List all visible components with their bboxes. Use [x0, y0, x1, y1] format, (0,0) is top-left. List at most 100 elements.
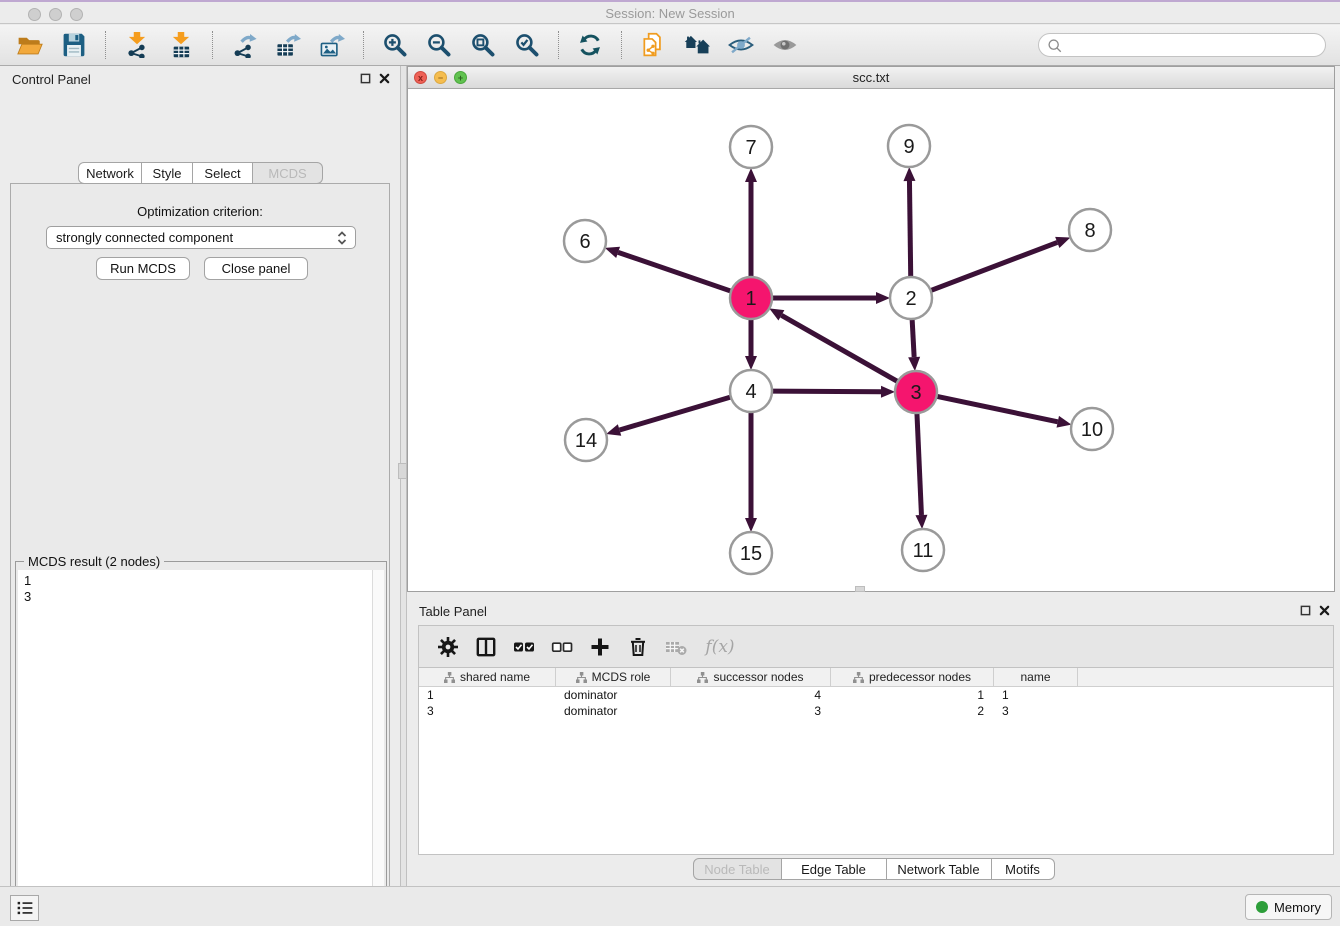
zoom-selected-icon[interactable] — [513, 30, 541, 60]
tab-network[interactable]: Network — [78, 162, 142, 184]
graph-edge[interactable] — [917, 413, 922, 515]
column-header-shared-name[interactable]: shared name — [419, 668, 556, 686]
export-image-icon[interactable] — [318, 30, 346, 60]
hide-eye-icon[interactable] — [727, 30, 755, 60]
splitter-grip-horizontal[interactable] — [855, 586, 865, 592]
control-panel-title: Control Panel — [12, 72, 91, 87]
column-tree-icon — [576, 672, 587, 683]
table-cell[interactable]: 3 — [419, 703, 556, 719]
mcds-result-item[interactable]: 1 — [24, 573, 372, 589]
graph-edge[interactable] — [620, 397, 731, 430]
graph-edge[interactable] — [618, 252, 731, 291]
table-cell[interactable]: 4 — [671, 687, 831, 703]
graph-node[interactable]: 4 — [730, 370, 772, 412]
graph-node[interactable]: 14 — [565, 419, 607, 461]
import-network-icon[interactable] — [123, 30, 151, 60]
graph-edge[interactable] — [781, 315, 897, 381]
task-list-button[interactable] — [10, 895, 39, 921]
table-cell[interactable]: 3 — [671, 703, 831, 719]
open-icon[interactable] — [16, 30, 44, 60]
table-cell[interactable]: dominator — [556, 687, 671, 703]
tab-style[interactable]: Style — [142, 162, 193, 184]
graph-node[interactable]: 1 — [730, 277, 772, 319]
memory-button[interactable]: Memory — [1245, 894, 1332, 920]
tab-network-table[interactable]: Network Table — [887, 858, 992, 880]
close-panel-button[interactable]: Close panel — [204, 257, 308, 280]
table-cell[interactable]: 1 — [831, 687, 994, 703]
graph-node[interactable]: 2 — [890, 277, 932, 319]
deselect-all-icon[interactable] — [547, 632, 577, 662]
column-header-successor-nodes[interactable]: successor nodes — [671, 668, 831, 686]
mcds-result-list[interactable]: 13 — [18, 570, 373, 926]
graph-edge[interactable] — [912, 319, 914, 357]
select-all-icon[interactable] — [509, 632, 539, 662]
tab-motifs[interactable]: Motifs — [992, 858, 1055, 880]
close-panel-icon[interactable] — [379, 73, 390, 84]
graph-node[interactable]: 9 — [888, 125, 930, 167]
graph-node[interactable]: 3 — [895, 371, 937, 413]
columns-icon[interactable] — [471, 632, 501, 662]
export-network-icon[interactable] — [230, 30, 258, 60]
toolbar-separator — [212, 31, 213, 59]
save-icon[interactable] — [60, 30, 88, 60]
table-cell[interactable]: 3 — [994, 703, 1078, 719]
memory-status-dot — [1256, 901, 1268, 913]
network-window-titlebar[interactable]: x − + scc.txt — [408, 67, 1334, 89]
close-table-panel-icon[interactable] — [1319, 605, 1330, 616]
column-header-label: name — [1020, 670, 1050, 684]
add-icon[interactable] — [585, 632, 615, 662]
graph-node-label: 7 — [745, 137, 756, 159]
graph-edge[interactable] — [909, 181, 910, 277]
graph-edge[interactable] — [931, 242, 1058, 290]
table-row[interactable]: 3dominator323 — [419, 703, 1333, 719]
import-table-icon[interactable] — [167, 30, 195, 60]
zoom-out-icon[interactable] — [425, 30, 453, 60]
search-box[interactable] — [1038, 33, 1326, 57]
graph-node[interactable]: 10 — [1071, 408, 1113, 450]
network-window-title: scc.txt — [408, 70, 1334, 85]
table-row[interactable]: 1dominator411 — [419, 687, 1333, 703]
tab-select[interactable]: Select — [193, 162, 253, 184]
float-table-panel-icon[interactable] — [1300, 605, 1311, 616]
show-eye-icon[interactable] — [771, 30, 799, 60]
table-cell[interactable]: 1 — [419, 687, 556, 703]
graph-node[interactable]: 8 — [1069, 209, 1111, 251]
home-icon[interactable] — [683, 30, 711, 60]
toolbar-group — [568, 30, 612, 60]
clone-network-icon[interactable] — [639, 30, 667, 60]
graph-node[interactable]: 6 — [564, 220, 606, 262]
table-cell[interactable]: 1 — [994, 687, 1078, 703]
gear-icon[interactable] — [433, 632, 463, 662]
column-header-MCDS-role[interactable]: MCDS role — [556, 668, 671, 686]
result-scrollbar[interactable] — [373, 570, 384, 926]
export-table-icon[interactable] — [274, 30, 302, 60]
toolbar-group — [222, 30, 354, 60]
splitter-grip[interactable] — [398, 463, 407, 479]
graph-node[interactable]: 11 — [902, 529, 944, 571]
search-input[interactable] — [1067, 38, 1317, 52]
table-cell[interactable]: 2 — [831, 703, 994, 719]
graph-node[interactable]: 15 — [730, 532, 772, 574]
control-panel-tabs: NetworkStyleSelectMCDS — [78, 162, 323, 184]
table-cell[interactable]: dominator — [556, 703, 671, 719]
refresh-icon[interactable] — [576, 30, 604, 60]
zoom-in-icon[interactable] — [381, 30, 409, 60]
mcds-result-item[interactable]: 3 — [24, 589, 372, 605]
function-icon: f(x) — [699, 632, 741, 662]
zoom-fit-icon[interactable] — [469, 30, 497, 60]
network-canvas[interactable]: 7 9 6 8 1 2 4 3 14 10 15 11 — [408, 89, 1334, 591]
toolbar-separator — [105, 31, 106, 59]
graph-edge[interactable] — [937, 396, 1058, 421]
tab-edge-table[interactable]: Edge Table — [782, 858, 887, 880]
column-header-label: successor nodes — [713, 670, 803, 684]
tab-node-table[interactable]: Node Table — [693, 858, 782, 880]
delete-icon[interactable] — [623, 632, 653, 662]
column-header-name[interactable]: name — [994, 668, 1078, 686]
graph-edge[interactable] — [772, 391, 881, 392]
criterion-select[interactable]: strongly connected component — [46, 226, 356, 249]
column-header-predecessor-nodes[interactable]: predecessor nodes — [831, 668, 994, 686]
tab-mcds[interactable]: MCDS — [253, 162, 323, 184]
float-panel-icon[interactable] — [360, 73, 371, 84]
run-mcds-button[interactable]: Run MCDS — [96, 257, 190, 280]
graph-node[interactable]: 7 — [730, 126, 772, 168]
